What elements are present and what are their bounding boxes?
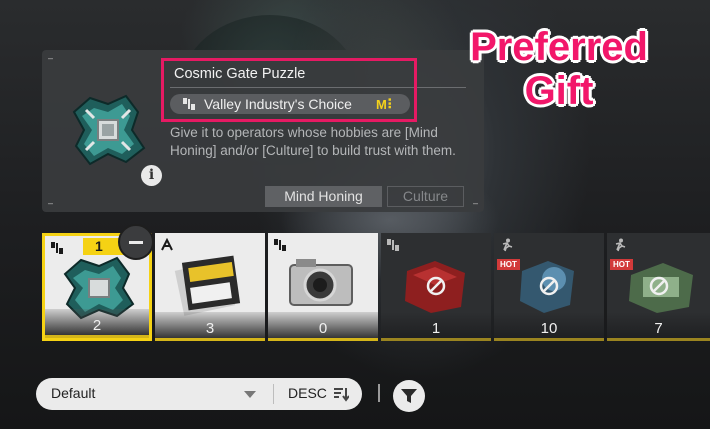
preferred-gift-annotation: Preferred Gift bbox=[430, 25, 688, 113]
sort-descending-icon[interactable] bbox=[333, 386, 349, 402]
valley-industry-icon bbox=[387, 239, 399, 251]
valley-industry-icon bbox=[51, 242, 63, 254]
hobby-tag-culture: Culture bbox=[387, 186, 464, 207]
item-card-camera[interactable]: 0 bbox=[268, 233, 378, 341]
hot-badge: HOT bbox=[497, 259, 520, 270]
sort-divider bbox=[273, 384, 274, 404]
item-card-magazine[interactable]: 3 bbox=[155, 233, 265, 341]
not-allowed-icon bbox=[539, 276, 559, 296]
item-count: 7 bbox=[654, 320, 663, 337]
magazine-item-icon bbox=[174, 255, 241, 316]
runner-icon bbox=[615, 238, 626, 252]
annotation-line-1: Preferred bbox=[470, 25, 648, 69]
toolbar-divider bbox=[378, 384, 380, 402]
item-count: 3 bbox=[205, 320, 215, 337]
annotation-line-2: Gift bbox=[524, 69, 594, 113]
decrease-quantity-button[interactable] bbox=[118, 224, 154, 260]
item-card-blue-box[interactable]: HOT 10 bbox=[494, 233, 604, 341]
item-count: 1 bbox=[431, 320, 441, 337]
not-allowed-icon bbox=[426, 276, 446, 296]
runner-icon bbox=[502, 238, 513, 252]
puzzle-thumbnail-icon bbox=[72, 94, 146, 166]
filter-icon bbox=[401, 389, 417, 403]
item-description: Give it to operators whose hobbies are [… bbox=[170, 125, 456, 158]
item-count: 10 bbox=[540, 320, 558, 337]
filter-button[interactable] bbox=[393, 380, 425, 412]
sort-control: Default DESC bbox=[36, 378, 362, 410]
hot-badge: HOT bbox=[610, 259, 633, 270]
hobby-tag-mind-honing: Mind Honing bbox=[265, 186, 382, 207]
valley-industry-icon bbox=[274, 239, 286, 251]
not-allowed-icon bbox=[649, 276, 668, 296]
highlight-frame bbox=[161, 58, 417, 122]
corner-mark-icon: – bbox=[472, 198, 478, 208]
camera-item-icon bbox=[289, 259, 353, 306]
item-count: 2 bbox=[92, 317, 102, 334]
caret-down-icon[interactable] bbox=[244, 391, 256, 398]
corner-mark-icon: – bbox=[48, 53, 54, 63]
faction-icon bbox=[161, 238, 173, 251]
item-count: 0 bbox=[318, 320, 328, 337]
item-card-green-kit[interactable]: HOT 7 bbox=[607, 233, 710, 341]
sort-dropdown[interactable]: Default bbox=[51, 385, 95, 401]
item-card-red-package[interactable]: 1 bbox=[381, 233, 491, 341]
corner-mark-icon: – bbox=[48, 198, 54, 208]
info-icon[interactable]: i bbox=[141, 165, 162, 186]
sort-order-button[interactable]: DESC bbox=[288, 385, 327, 401]
